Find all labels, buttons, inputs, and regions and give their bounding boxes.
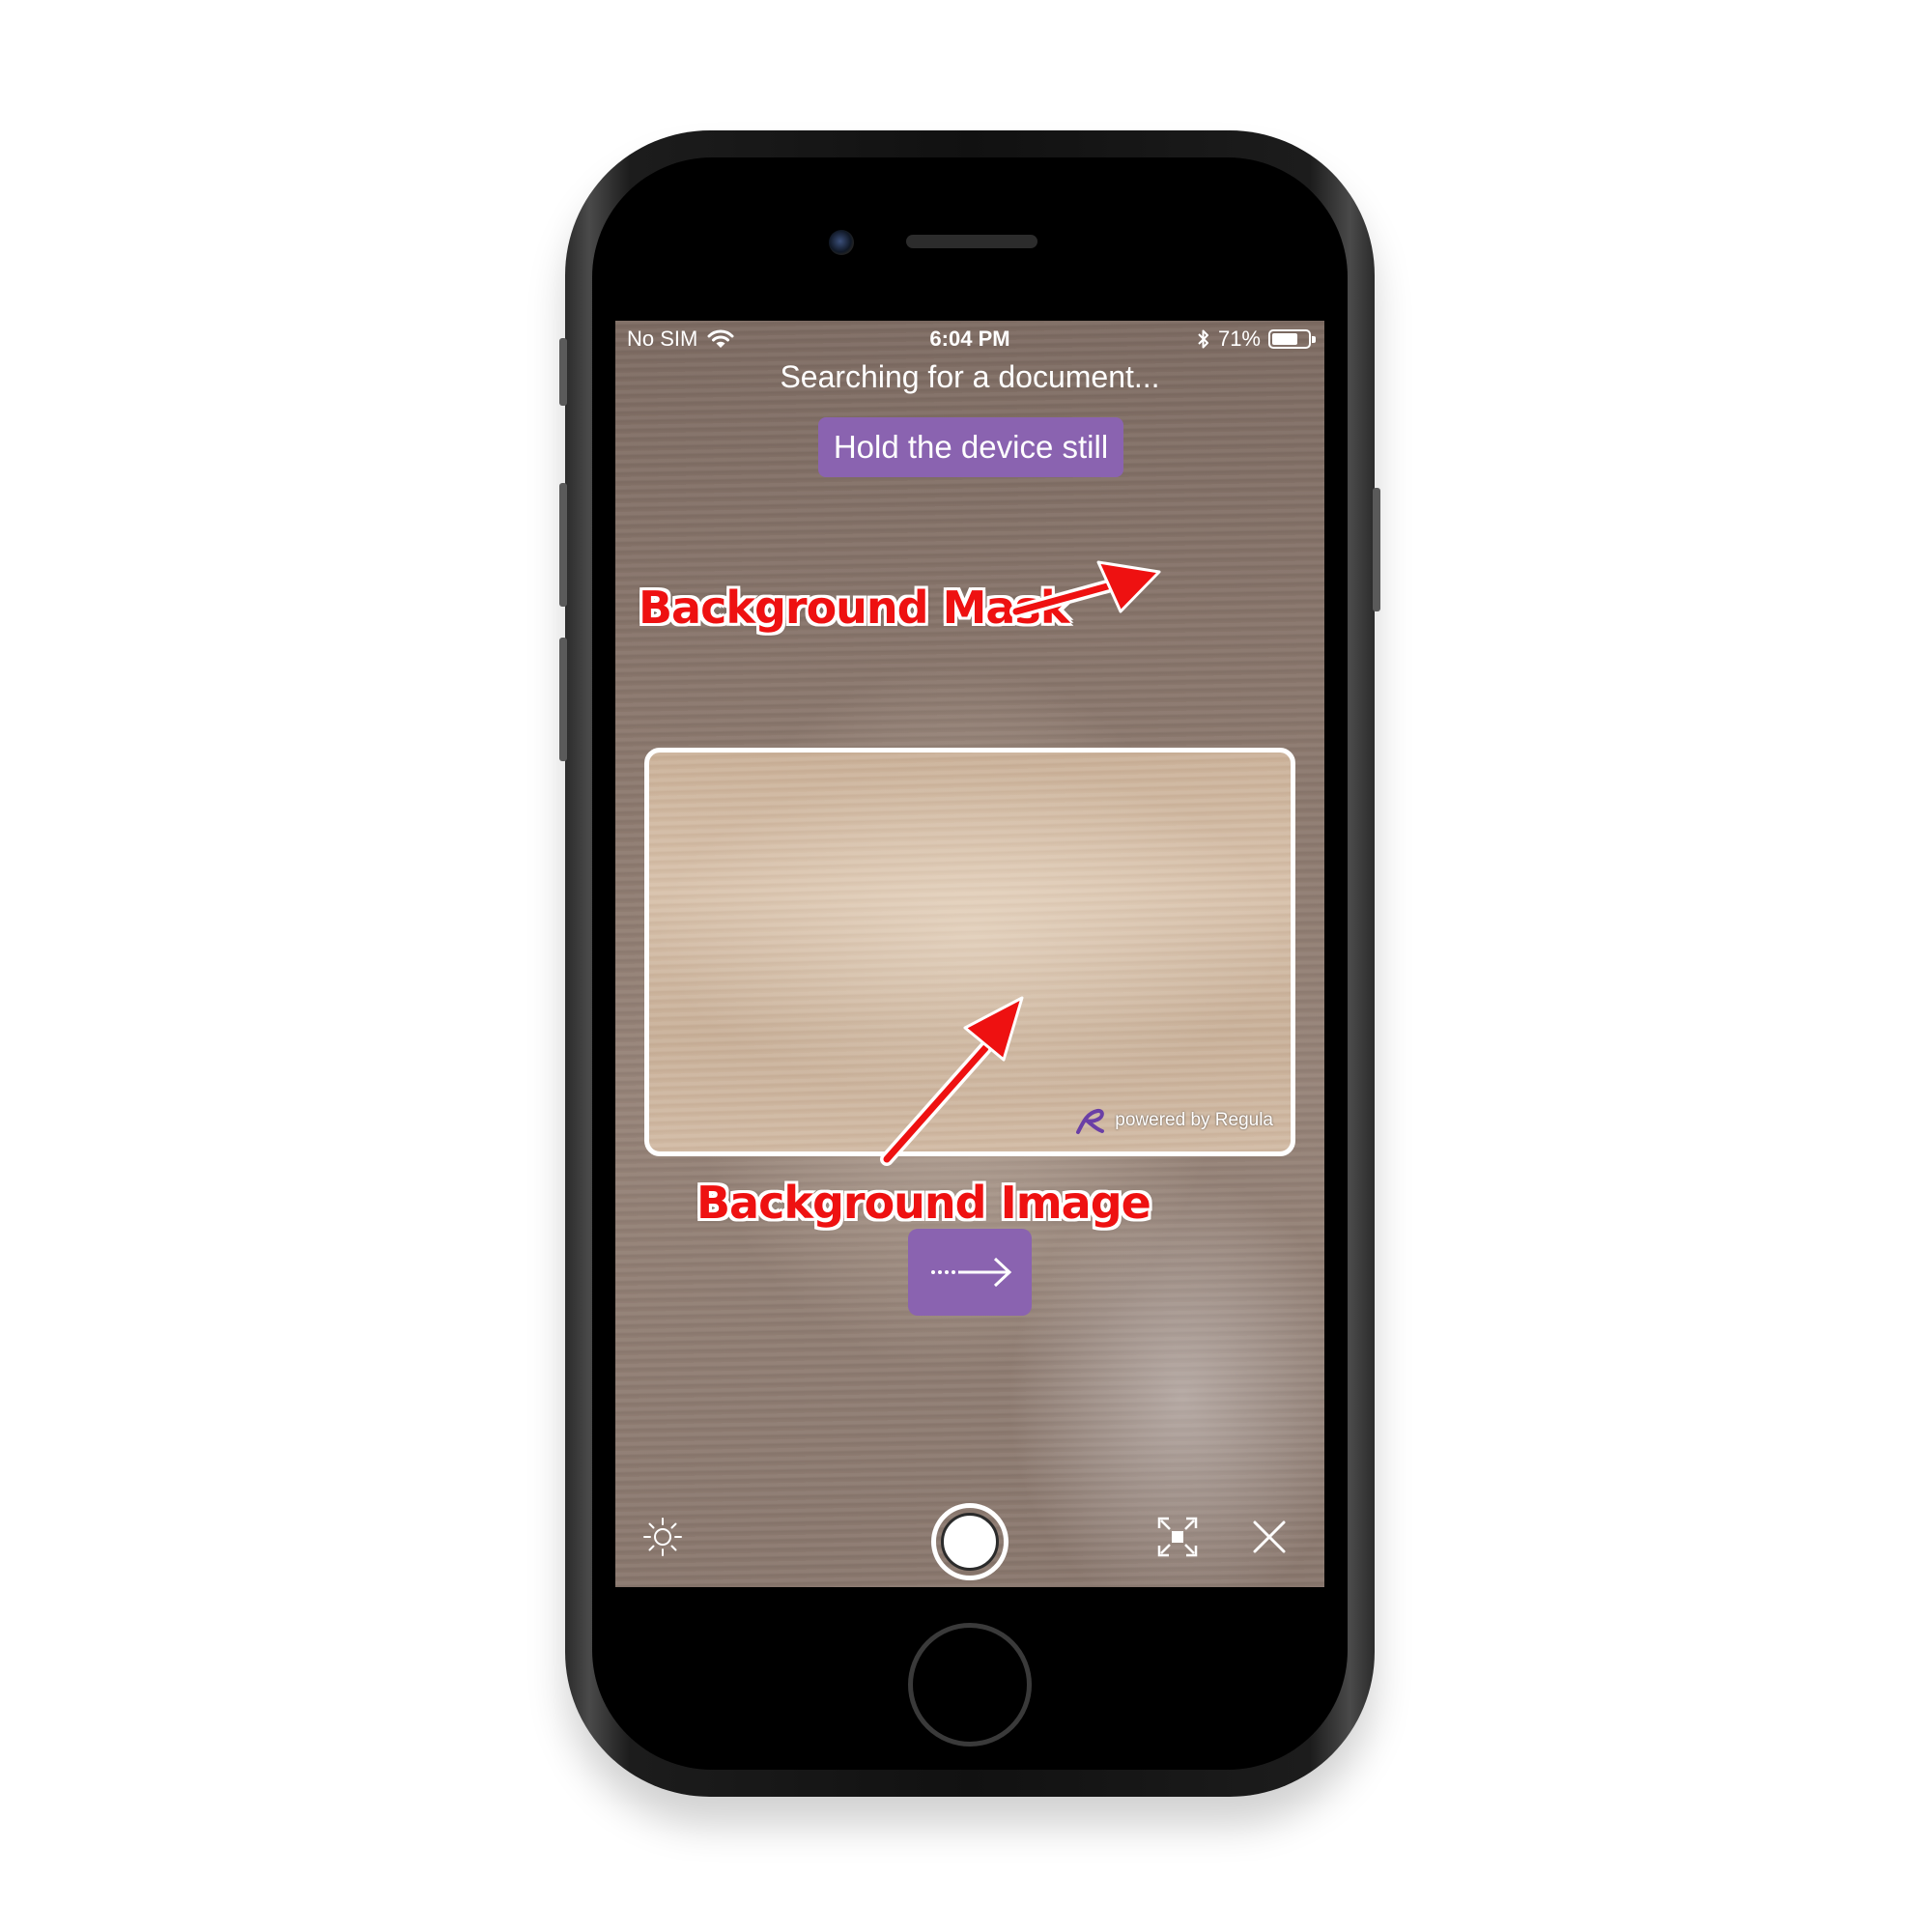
close-button[interactable] bbox=[1247, 1515, 1292, 1559]
hint-message: Hold the device still bbox=[818, 417, 1123, 477]
sun-icon bbox=[643, 1518, 682, 1556]
power-button bbox=[1373, 488, 1380, 611]
regula-logo-icon bbox=[1076, 1108, 1105, 1134]
volume-down-button bbox=[559, 638, 567, 761]
front-camera bbox=[829, 230, 854, 255]
annotation-background-image: Background Image bbox=[696, 1177, 1151, 1229]
document-frame: powered by Regula bbox=[644, 748, 1295, 1156]
powered-by-badge: powered by Regula bbox=[1072, 1103, 1273, 1138]
battery-level bbox=[1272, 333, 1297, 345]
capture-circle-icon bbox=[941, 1513, 999, 1571]
mute-switch bbox=[559, 338, 567, 406]
dotted-arrow-right-icon bbox=[931, 1257, 1012, 1288]
expand-frame-icon bbox=[1157, 1517, 1198, 1557]
camera-preview-screen: No SIM 6:04 PM 71% Searching for a docum… bbox=[615, 321, 1324, 1587]
bluetooth-icon bbox=[1198, 329, 1208, 349]
close-icon bbox=[1253, 1520, 1286, 1553]
flash-toggle-button[interactable] bbox=[640, 1515, 685, 1559]
earpiece-speaker bbox=[906, 235, 1037, 248]
powered-by-text: powered by Regula bbox=[1115, 1110, 1273, 1130]
capture-button[interactable] bbox=[931, 1503, 1009, 1580]
scan-status-text: Searching for a document... bbox=[780, 359, 1160, 394]
next-step-button[interactable] bbox=[908, 1229, 1032, 1316]
status-bar: No SIM 6:04 PM 71% bbox=[615, 321, 1324, 357]
volume-up-button bbox=[559, 483, 567, 607]
battery-percent: 71% bbox=[1217, 327, 1261, 351]
fullscreen-button[interactable] bbox=[1154, 1514, 1201, 1560]
battery-icon bbox=[1268, 329, 1316, 349]
home-button[interactable] bbox=[908, 1623, 1032, 1747]
annotation-background-mask: Background Mask bbox=[639, 582, 1069, 634]
